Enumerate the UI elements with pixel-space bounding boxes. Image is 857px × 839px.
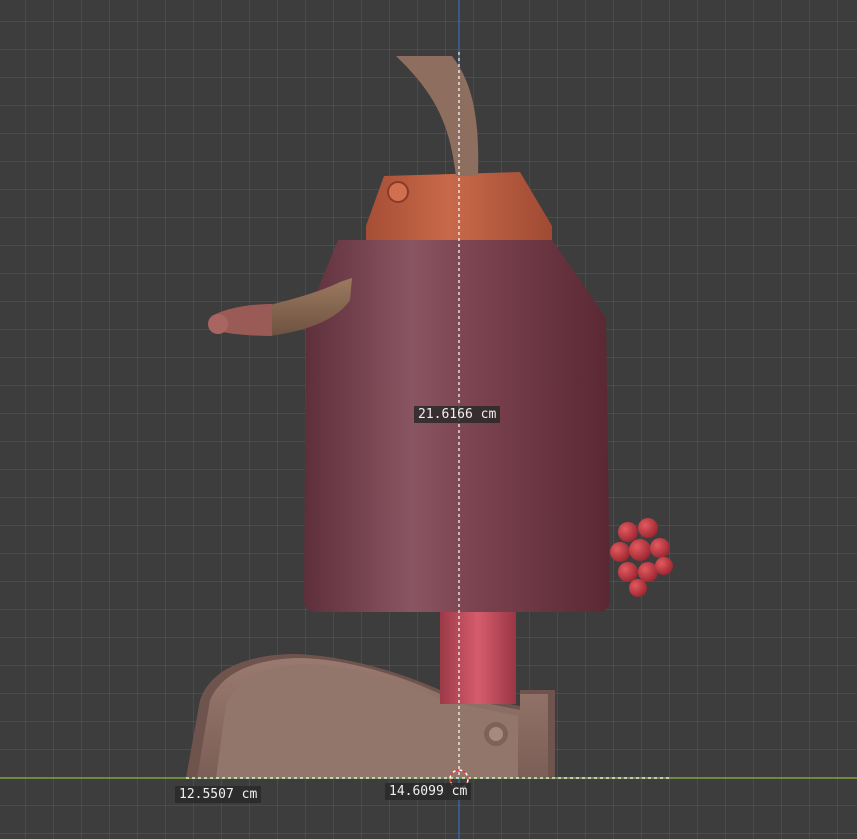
width-right-measurement-label: 14.6099 cm [385,783,472,800]
model-neck[interactable] [440,608,516,704]
height-measurement-label: 21.6166 cm [414,406,501,423]
model-berries[interactable] [610,518,673,597]
hand-icon [208,314,228,334]
3d-viewport[interactable]: 21.6166 cm 12.5507 cm 14.6099 cm [0,0,857,839]
cap-eye-icon [387,181,409,203]
model-antenna[interactable] [396,56,479,176]
width-left-measurement-label: 12.5507 cm [175,786,262,803]
